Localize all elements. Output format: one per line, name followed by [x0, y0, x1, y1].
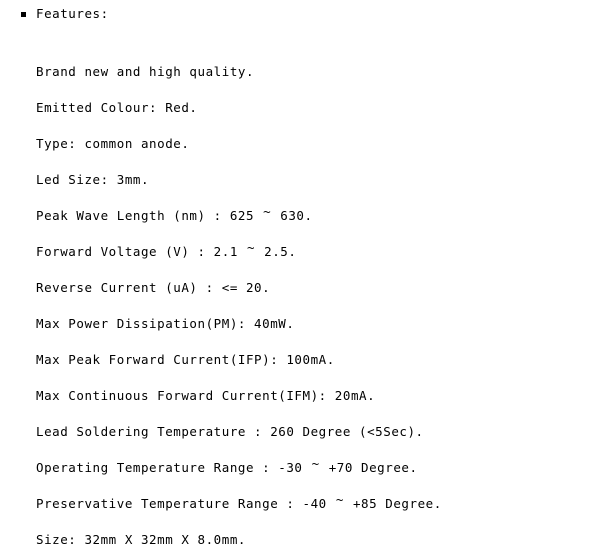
feature-text: Emitted Colour: Red.: [36, 100, 198, 115]
range-tilde-icon: ~: [263, 204, 272, 219]
feature-text: Led Size: 3mm.: [36, 172, 150, 187]
feature-line: Size: 32mm X 32mm X 8.0mm.: [36, 522, 594, 558]
feature-text: Max Continuous Forward Current(IFM): 20m…: [36, 388, 376, 403]
feature-text-suffix: 2.5.: [256, 244, 297, 259]
feature-line: Forward Voltage (V) : 2.1 ~ 2.5.: [36, 234, 594, 270]
features-heading: Features:: [0, 0, 594, 28]
feature-text-prefix: Preservative Temperature Range : -40: [36, 496, 335, 511]
feature-text-prefix: Peak Wave Length (nm) : 625: [36, 208, 263, 223]
feature-line: Lead Soldering Temperature : 260 Degree …: [36, 414, 594, 450]
feature-text: Reverse Current (uA) : <= 20.: [36, 280, 271, 295]
feature-line: Brand new and high quality.: [36, 54, 594, 90]
feature-line: Max Continuous Forward Current(IFM): 20m…: [36, 378, 594, 414]
feature-line: Peak Wave Length (nm) : 625 ~ 630.: [36, 198, 594, 234]
feature-text-prefix: Operating Temperature Range : -30: [36, 460, 311, 475]
range-tilde-icon: ~: [335, 492, 344, 507]
bullet-dot-icon: [21, 11, 26, 17]
feature-text: Max Peak Forward Current(IFP): 100mA.: [36, 352, 335, 367]
feature-line: Emitted Colour: Red.: [36, 90, 594, 126]
feature-text: Brand new and high quality.: [36, 64, 255, 79]
document-page: Features: Brand new and high quality. Emi…: [0, 0, 594, 547]
feature-text-suffix: +70 Degree.: [320, 460, 418, 475]
feature-text: Max Power Dissipation(PM): 40mW.: [36, 316, 295, 331]
range-tilde-icon: ~: [311, 456, 320, 471]
feature-text: Lead Soldering Temperature : 260 Degree …: [36, 424, 424, 439]
feature-text-suffix: +85 Degree.: [344, 496, 442, 511]
feature-text-suffix: 630.: [272, 208, 313, 223]
feature-line: Max Power Dissipation(PM): 40mW.: [36, 306, 594, 342]
feature-line: Operating Temperature Range : -30 ~ +70 …: [36, 450, 594, 486]
features-list: Brand new and high quality. Emitted Colou…: [36, 54, 594, 558]
feature-line: Type: common anode.: [36, 126, 594, 162]
features-heading-label: Features:: [36, 6, 109, 21]
feature-line: Led Size: 3mm.: [36, 162, 594, 198]
feature-line: Max Peak Forward Current(IFP): 100mA.: [36, 342, 594, 378]
feature-line: Preservative Temperature Range : -40 ~ +…: [36, 486, 594, 522]
range-tilde-icon: ~: [246, 240, 256, 255]
feature-text-prefix: Forward Voltage (V) : 2.1: [36, 244, 246, 259]
feature-text: Size: 32mm X 32mm X 8.0mm.: [36, 532, 246, 547]
feature-text: Type: common anode.: [36, 136, 190, 151]
feature-line: Reverse Current (uA) : <= 20.: [36, 270, 594, 306]
